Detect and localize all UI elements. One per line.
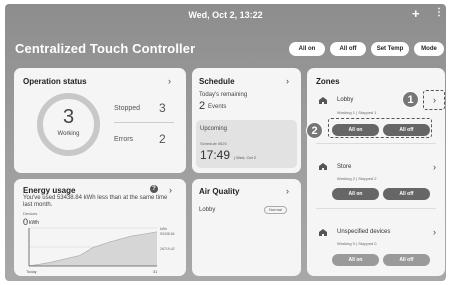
stopped-count: 3 xyxy=(159,101,166,115)
stopped-label: Stopped xyxy=(358,241,374,246)
operation-status-title: Operation status xyxy=(23,77,87,86)
air-quality-card[interactable]: Air Quality › Lobby Normal xyxy=(192,179,301,276)
working-label: Working xyxy=(337,110,352,115)
zone-name[interactable]: Unspecified devices xyxy=(337,229,390,235)
schedule-title: Schedule xyxy=(199,77,235,86)
air-location: Lobby xyxy=(199,207,216,213)
chevron-right-icon[interactable]: › xyxy=(168,76,171,86)
stopped-count: 2 xyxy=(374,176,377,181)
chevron-right-icon[interactable]: › xyxy=(169,185,172,195)
y-max-label: kWh 53438.84 xyxy=(160,227,175,236)
schedule-card[interactable]: Schedule › Today's remaining 2 Events Up… xyxy=(192,68,301,173)
x-start-label: Today xyxy=(26,269,37,274)
chevron-right-icon[interactable]: › xyxy=(433,227,436,237)
zone-status: Working 1 | Stopped 1 xyxy=(337,110,377,115)
operation-status-card[interactable]: Operation status › 3 Working Stopped 3 E… xyxy=(14,68,186,173)
zone-name[interactable]: Lobby xyxy=(337,97,353,103)
divider xyxy=(114,122,174,123)
zone-name[interactable]: Store xyxy=(337,164,351,170)
working-label: Working xyxy=(337,176,352,181)
divider xyxy=(316,208,436,209)
zone-all-on-button[interactable]: All on xyxy=(332,254,379,266)
stopped-label: Stopped xyxy=(358,110,374,115)
zone-all-off-button[interactable]: All off xyxy=(383,254,430,266)
remaining-count: 2 xyxy=(199,100,206,112)
working-count: 3 xyxy=(62,106,75,128)
working-count: 2 xyxy=(352,176,355,181)
status-datetime: Wed, Oct 2, 13:22 xyxy=(188,10,263,20)
energy-chart xyxy=(28,227,158,267)
divider xyxy=(316,143,436,144)
chevron-right-icon[interactable]: › xyxy=(286,186,289,196)
zones-title: Zones xyxy=(316,77,340,86)
zone-all-on-button[interactable]: All on xyxy=(332,188,379,200)
controller-screen: Wed, Oct 2, 13:22 + ⋮ Centralized Touch … xyxy=(5,4,446,281)
callout-badge-2: 2 xyxy=(307,123,322,138)
help-icon[interactable]: ? xyxy=(150,185,158,193)
callout-badge-1: 1 xyxy=(403,92,418,107)
upcoming-label: Upcoming xyxy=(200,126,228,132)
stopped-label: Stopped xyxy=(114,105,141,112)
working-label: Working xyxy=(337,241,352,246)
working-count: 0 xyxy=(352,241,355,246)
air-quality-title: Air Quality xyxy=(199,187,240,196)
house-icon xyxy=(319,163,327,170)
zone-status: Working 0 | Stopped 0 xyxy=(337,241,377,246)
page-title: Centralized Touch Controller xyxy=(15,41,196,56)
all-on-button[interactable]: All on xyxy=(289,42,325,56)
working-count: 1 xyxy=(352,110,355,115)
stopped-count: 1 xyxy=(374,110,377,115)
mode-button[interactable]: Mode xyxy=(414,42,444,56)
plus-icon[interactable]: + xyxy=(412,6,420,21)
set-temp-button[interactable]: Set Temp xyxy=(371,42,409,56)
upcoming-date: | Wed, Oct 2 xyxy=(234,155,257,160)
all-off-button[interactable]: All off xyxy=(330,42,366,56)
energy-area xyxy=(29,231,157,266)
stopped-label: Stopped xyxy=(358,176,374,181)
callout-highlight-2 xyxy=(328,118,432,138)
y-mid-label: 26719.42 xyxy=(160,247,175,251)
remaining-unit: Events xyxy=(208,104,227,110)
upcoming-time: 17:49 xyxy=(200,148,231,162)
upcoming-name: Schedule 0625 xyxy=(200,141,227,146)
energy-title: Energy usage xyxy=(23,186,76,195)
chevron-right-icon[interactable]: › xyxy=(433,162,436,172)
devices-label: Devices xyxy=(23,211,38,216)
remaining-label: Today's remaining xyxy=(199,92,248,98)
air-status-badge: Normal xyxy=(264,206,287,214)
kebab-icon[interactable]: ⋮ xyxy=(434,7,444,18)
upcoming-panel[interactable]: Upcoming Schedule 0625 17:49 | Wed, Oct … xyxy=(196,120,297,168)
energy-message: You've used 53438.84 kWh less than at th… xyxy=(23,195,168,208)
x-end-label: 31 xyxy=(153,269,158,274)
callout-highlight-1 xyxy=(423,90,445,110)
energy-usage-card[interactable]: Energy usage ? › You've used 53438.84 kW… xyxy=(14,179,186,276)
house-icon xyxy=(319,97,327,104)
zone-all-off-button[interactable]: All off xyxy=(383,188,430,200)
zone-status: Working 2 | Stopped 2 xyxy=(337,176,377,181)
working-label: Working xyxy=(57,131,80,137)
house-icon xyxy=(319,229,327,236)
errors-count: 2 xyxy=(159,132,166,146)
errors-label: Errors xyxy=(114,136,134,143)
chevron-right-icon[interactable]: › xyxy=(286,76,289,86)
stopped-count: 0 xyxy=(374,241,377,246)
